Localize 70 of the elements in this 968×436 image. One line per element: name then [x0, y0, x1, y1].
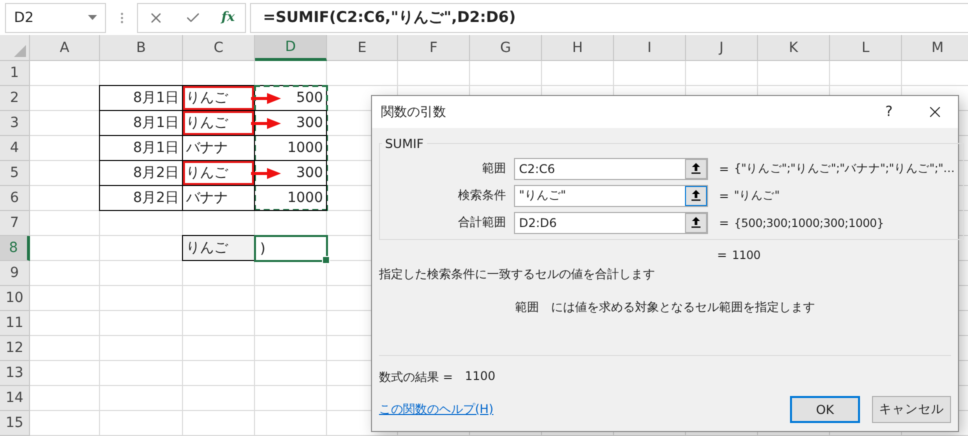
- fill-handle[interactable]: [322, 256, 330, 264]
- collapse-button[interactable]: [685, 158, 707, 178]
- function-result: 1100: [732, 248, 760, 262]
- column-header[interactable]: M: [902, 35, 968, 61]
- row-header[interactable]: 5: [0, 161, 30, 186]
- cancel-button[interactable]: キャンセル: [872, 396, 951, 423]
- row-header[interactable]: 14: [0, 386, 30, 411]
- help-button[interactable]: ?: [866, 96, 912, 128]
- column-header[interactable]: J: [686, 35, 758, 61]
- collapse-button[interactable]: [685, 186, 707, 206]
- equals-sign: =: [716, 248, 728, 262]
- function-name: SUMIF: [384, 136, 425, 151]
- table-cell: りんご: [182, 235, 255, 261]
- arrow-up-icon: [691, 190, 701, 201]
- equals-sign: =: [718, 216, 730, 230]
- column-header[interactable]: L: [830, 35, 902, 61]
- pointer-arrow: [251, 118, 281, 129]
- row-header[interactable]: 6: [0, 186, 30, 211]
- arrow-up-icon: [691, 217, 701, 228]
- argument-name: 範囲: [515, 299, 539, 316]
- name-box[interactable]: D2: [5, 2, 106, 32]
- formula-field[interactable]: =SUMIF(C2:C6,"りんご",D2:D6): [250, 2, 968, 32]
- argument-label: 範囲: [481, 160, 507, 177]
- column-header[interactable]: B: [100, 35, 183, 61]
- argument-result: {500;300;1000;300;1000}: [734, 216, 884, 230]
- argument-description: には値を求める対象となるセル範囲を指定します: [551, 299, 815, 316]
- table-cell: 1000: [254, 185, 327, 211]
- row-header[interactable]: 3: [0, 111, 30, 136]
- column-header[interactable]: G: [470, 35, 542, 61]
- dropdown-caret-icon: [88, 15, 97, 20]
- help-link[interactable]: この関数のヘルプ(H): [379, 401, 778, 418]
- column-header[interactable]: D: [255, 35, 327, 61]
- collapse-button[interactable]: [685, 212, 707, 232]
- row-header[interactable]: 9: [0, 261, 30, 286]
- row-header[interactable]: 13: [0, 361, 30, 386]
- function-description: 指定した検索条件に一致するセルの値を合計します: [378, 266, 656, 283]
- argument-result: {"りんご";"りんご";"バナナ";"りんご";"…: [734, 161, 955, 176]
- column-header[interactable]: A: [30, 35, 100, 61]
- row-header[interactable]: 15: [0, 411, 30, 436]
- formula-result-label: 数式の結果 =: [379, 369, 453, 386]
- argument-label: 検索条件: [457, 187, 507, 204]
- row-header[interactable]: 12: [0, 336, 30, 361]
- column-header[interactable]: F: [398, 35, 470, 61]
- argument-field[interactable]: "りんご": [514, 184, 708, 206]
- column-header[interactable]: C: [183, 35, 255, 61]
- column-header[interactable]: I: [614, 35, 686, 61]
- row-header[interactable]: 10: [0, 286, 30, 311]
- equals-sign: =: [718, 188, 730, 202]
- column-header[interactable]: E: [327, 35, 398, 61]
- pointer-arrow: [251, 168, 281, 179]
- row-header[interactable]: 2: [0, 86, 30, 111]
- row-header[interactable]: 4: [0, 136, 30, 161]
- row-header[interactable]: 8: [0, 236, 30, 261]
- arrow-up-icon: [691, 163, 701, 174]
- row-header[interactable]: 1: [0, 61, 30, 86]
- row-header[interactable]: 11: [0, 311, 30, 336]
- argument-field[interactable]: D2:D6: [514, 212, 708, 234]
- dialog-title: 関数の引数: [381, 104, 447, 121]
- equals-sign: =: [718, 162, 730, 176]
- ok-button[interactable]: OK: [790, 396, 860, 423]
- argument-label: 合計範囲: [457, 214, 507, 231]
- active-cell[interactable]: ): [254, 235, 328, 262]
- insert-function-button[interactable]: fx: [221, 10, 235, 25]
- argument-result: "りんご": [734, 188, 780, 203]
- formula-result: 1100: [464, 369, 496, 385]
- row-header[interactable]: 7: [0, 211, 30, 236]
- column-header[interactable]: K: [758, 35, 830, 61]
- argument-field[interactable]: C2:C6: [514, 158, 708, 180]
- column-header[interactable]: H: [542, 35, 614, 61]
- pointer-arrow: [251, 93, 281, 104]
